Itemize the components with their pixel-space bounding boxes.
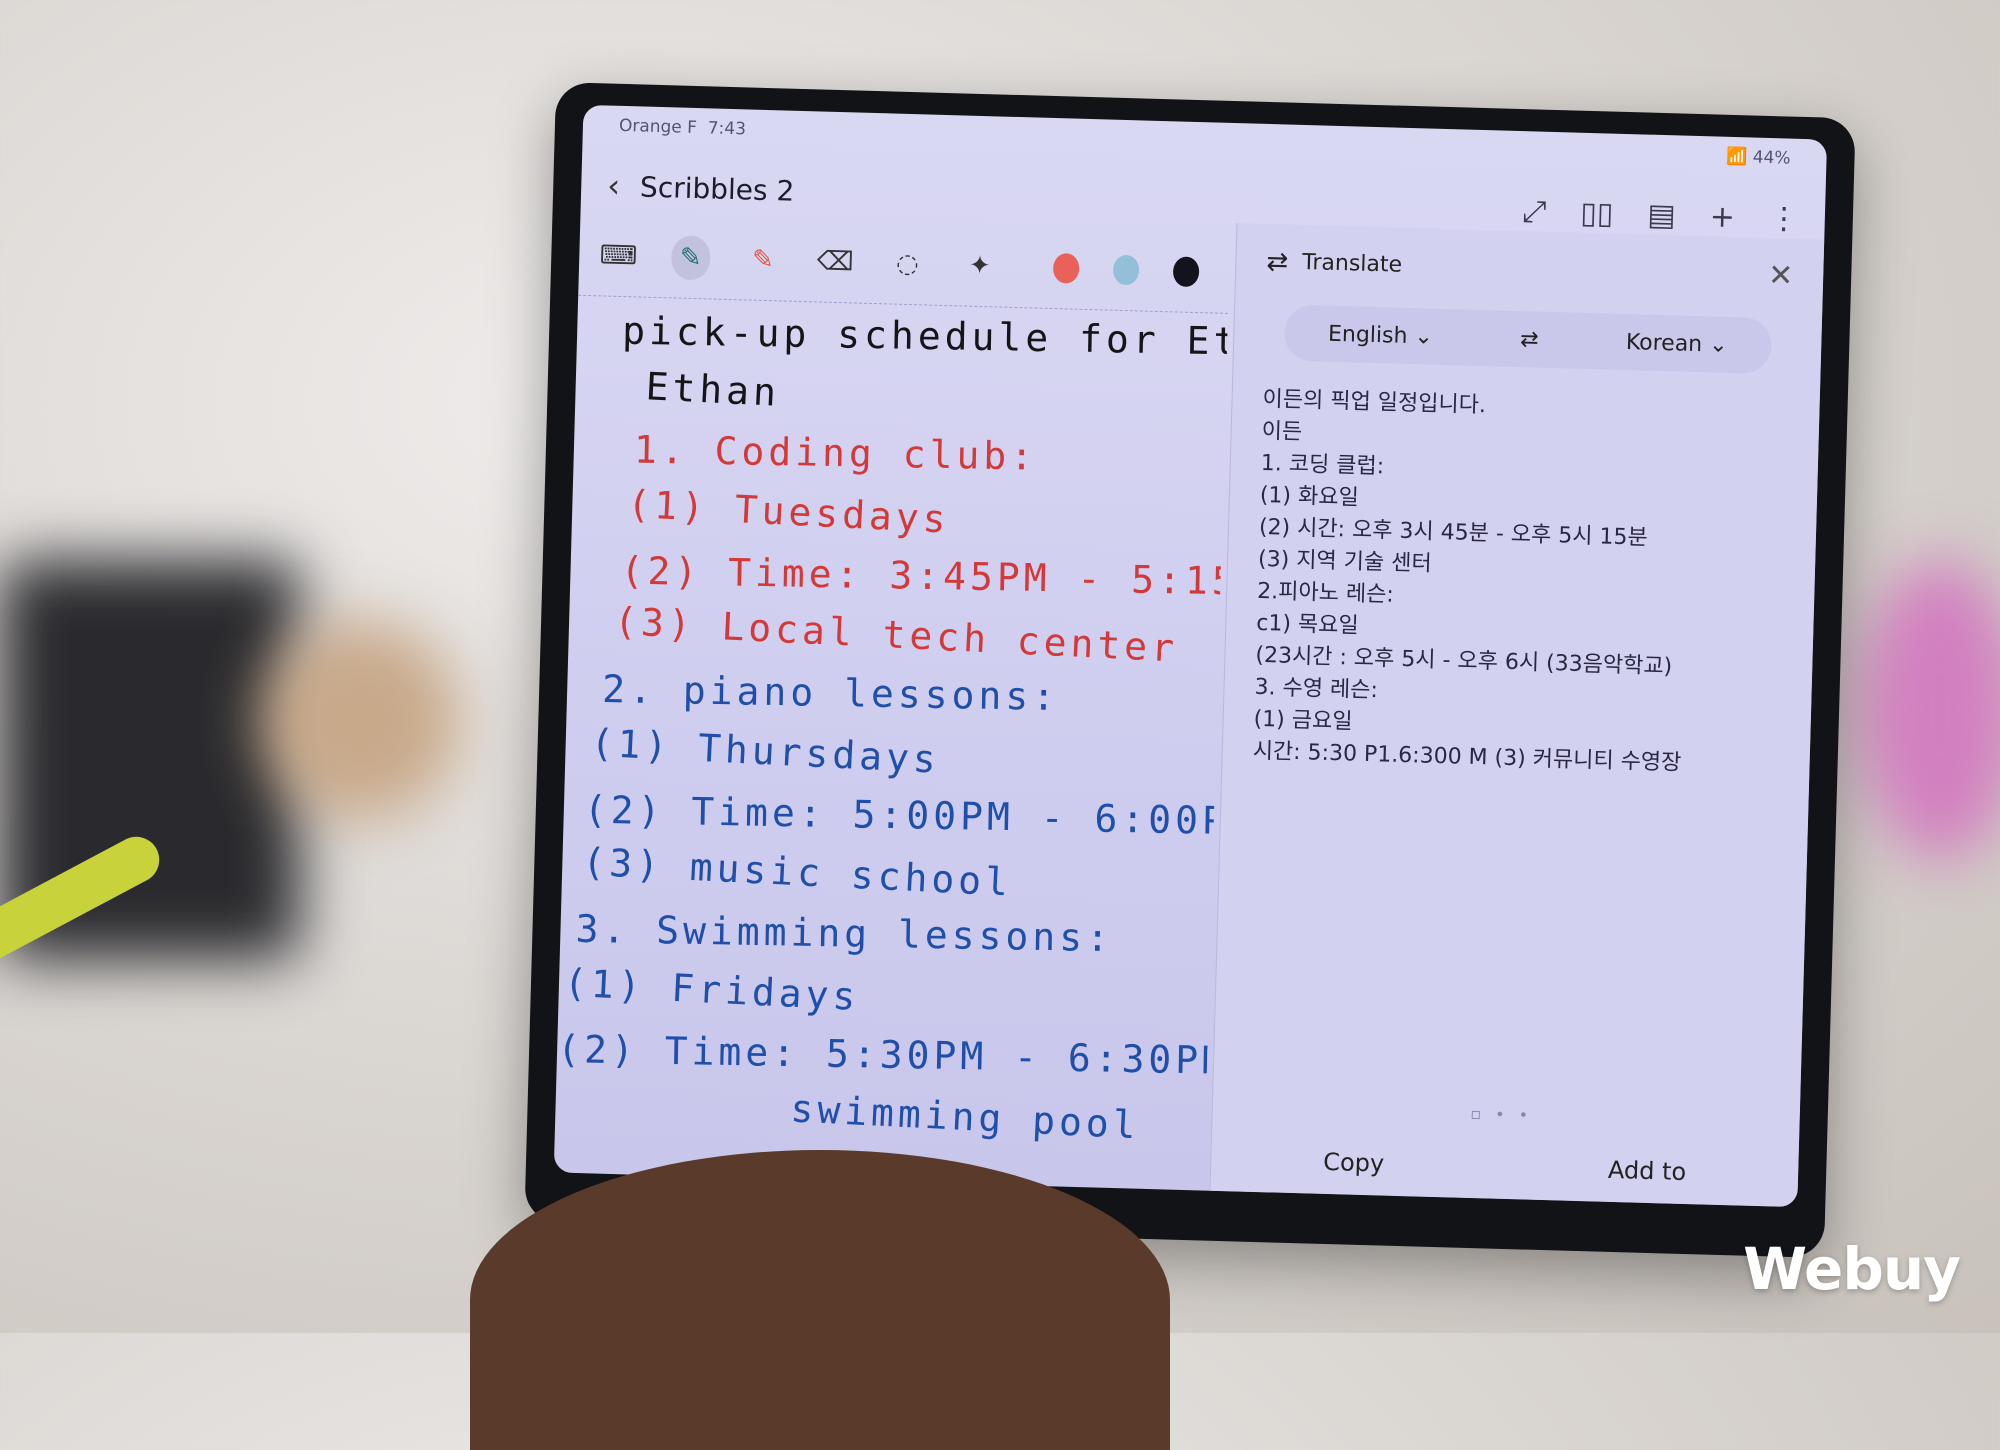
tablet-device: Orange F 7:43 📶 44% ‹ Scribbles 2 ⤢ ▯▯ ▤…	[524, 82, 1856, 1258]
handwritten-line: (2) Time: 3:45PM - 5:15PM	[620, 548, 1228, 605]
handwritten-note-canvas[interactable]: pick-up schedule for Ethan Ethan 1. Coding…	[553, 294, 1228, 1191]
handwritten-line: (2) Time: 5:30PM - 6:30PM	[556, 1027, 1228, 1083]
color-swatch-light-blue[interactable]	[1112, 254, 1140, 286]
book-view-icon[interactable]: ▯▯	[1580, 195, 1614, 231]
add-icon[interactable]: +	[1709, 199, 1735, 235]
color-swatch-black[interactable]	[1172, 256, 1200, 288]
expand-icon[interactable]: ⤢	[1522, 194, 1547, 230]
chevron-left-icon[interactable]: ‹	[607, 167, 621, 205]
handwritten-line: 3. Swimming lessons:	[575, 906, 1114, 961]
translate-panel: ⇄ Translate ✕ English ⌄ ⇄ Korean ⌄ 이든의 픽…	[1209, 223, 1825, 1208]
copy-button[interactable]: Copy	[1323, 1148, 1385, 1178]
clock: 7:43	[707, 118, 747, 140]
carrier: Orange F	[618, 115, 698, 139]
keyboard-icon[interactable]: ⌨	[599, 233, 638, 278]
watermark-logo: Webuy	[1743, 1235, 1961, 1303]
page-icon[interactable]: ▤	[1647, 197, 1676, 233]
highlighter-icon[interactable]: ✎	[743, 237, 782, 282]
signal-icon: 📶	[1725, 146, 1748, 168]
panel-title: Translate	[1301, 249, 1403, 278]
battery-level: 44%	[1752, 147, 1791, 169]
handwritten-line: 1. Coding club:	[633, 427, 1038, 479]
handwritten-line: (3) Local tech center	[613, 599, 1180, 671]
more-icon[interactable]: ⋮	[1768, 200, 1799, 236]
page-indicator: ▫••	[1470, 1104, 1543, 1125]
sparkle-icon[interactable]: ✦	[960, 243, 999, 288]
drawing-toolbar: ⌨ ✎ ✎ ⌫ ◌ ✦	[599, 225, 1200, 302]
pen-icon[interactable]: ✎	[670, 235, 711, 281]
handwritten-line: pick-up schedule for Ethan	[621, 308, 1228, 365]
source-language-dropdown[interactable]: English ⌄	[1328, 321, 1434, 349]
background-object	[260, 620, 460, 820]
hand	[470, 1150, 1170, 1450]
handwritten-line: 2. piano lessons:	[601, 666, 1060, 719]
target-language: Korean	[1625, 329, 1703, 357]
background-object	[1860, 560, 2000, 860]
language-selector: English ⌄ ⇄ Korean ⌄	[1283, 304, 1773, 375]
source-language: English	[1327, 321, 1408, 349]
page-title: Scribbles 2	[639, 169, 795, 208]
handwritten-line: (3) music school	[581, 839, 1014, 905]
handwritten-line: (1) Fridays	[562, 960, 861, 1019]
handwritten-line: swimming pool	[789, 1086, 1141, 1148]
handwritten-line: (2) Time: 5:00PM - 6:00PM	[583, 787, 1228, 844]
handwritten-line: (1) Thursdays	[589, 720, 941, 782]
color-swatch-red[interactable]	[1052, 253, 1080, 284]
target-language-dropdown[interactable]: Korean ⌄	[1626, 330, 1728, 358]
swap-languages-icon[interactable]: ⇄	[1520, 327, 1539, 353]
lasso-icon[interactable]: ◌	[888, 241, 927, 286]
handwritten-line: (1) Tuesdays	[626, 481, 951, 542]
translate-icon: ⇄	[1266, 246, 1289, 278]
translation-output: 이든의 픽업 일정입니다. 이든 1. 코딩 클럽: (1) 화요일 (2) 시간: 오…	[1252, 384, 1800, 783]
chevron-down-icon: ⌄	[1414, 323, 1434, 350]
screen: Orange F 7:43 📶 44% ‹ Scribbles 2 ⤢ ▯▯ ▤…	[553, 104, 1828, 1208]
handwritten-line: Ethan	[644, 364, 782, 415]
chevron-down-icon: ⌄	[1708, 331, 1728, 358]
eraser-icon[interactable]: ⌫	[815, 239, 854, 284]
close-icon[interactable]: ✕	[1768, 258, 1794, 294]
add-to-button[interactable]: Add to	[1608, 1156, 1687, 1186]
